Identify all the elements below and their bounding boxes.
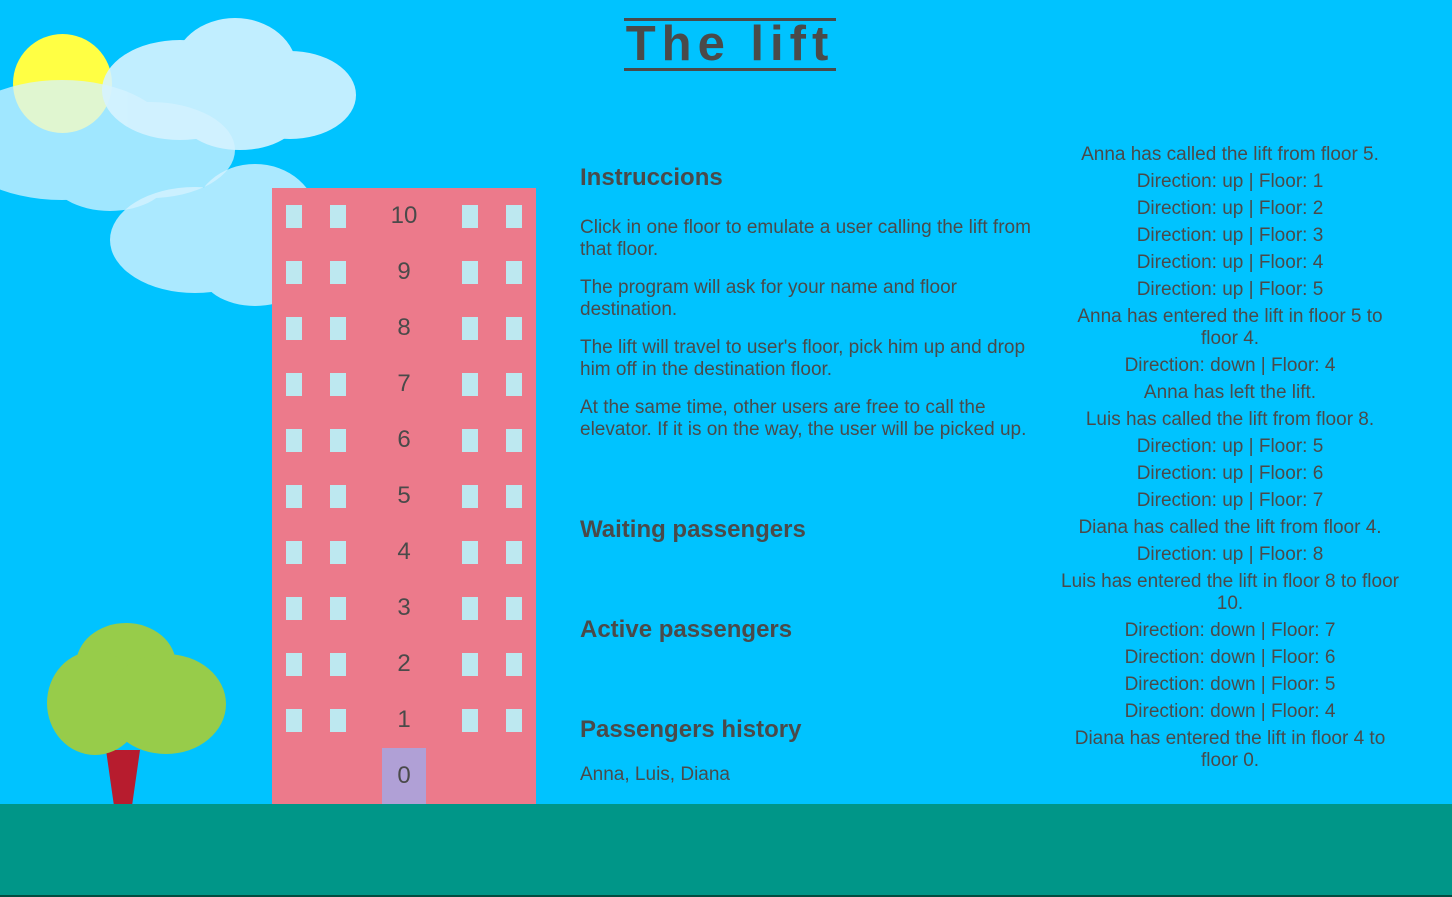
log-entry: Direction: up | Floor: 2 — [1136, 198, 1324, 219]
window — [286, 485, 302, 508]
floor-8[interactable]: 8 — [272, 300, 536, 356]
floor-9[interactable]: 9 — [272, 244, 536, 300]
window — [462, 261, 478, 284]
log-entry: Direction: up | Floor: 6 — [1136, 463, 1324, 484]
floor-number: 7 — [397, 370, 411, 397]
instructions-title: Instruccions — [580, 164, 723, 191]
window — [286, 205, 302, 228]
instruction-text: The lift will travel to user's floor, pi… — [580, 337, 1026, 380]
floor-number: 8 — [397, 314, 411, 341]
active-passengers-title: Active passengers — [580, 616, 793, 643]
window — [330, 597, 346, 620]
window — [462, 485, 478, 508]
window — [330, 709, 346, 732]
log-entry: Direction: up | Floor: 5 — [1136, 279, 1324, 300]
window — [330, 429, 346, 452]
log-entry: Diana has called the lift from floor 4. — [1078, 517, 1382, 538]
log-entry: Luis has entered the lift in floor 8 to … — [1061, 571, 1399, 614]
instruction-text: The program will ask for your name and f… — [580, 277, 957, 320]
window — [462, 653, 478, 676]
floor-0[interactable]: 0 — [272, 748, 536, 804]
window — [506, 485, 522, 508]
window — [330, 541, 346, 564]
window — [286, 541, 302, 564]
log-entry: Direction: up | Floor: 5 — [1136, 436, 1324, 457]
floor-6[interactable]: 6 — [272, 412, 536, 468]
window — [330, 261, 346, 284]
instruction-text: Click in one floor to emulate a user cal… — [580, 217, 1031, 260]
window — [286, 429, 302, 452]
log-entry: Direction: down | Floor: 4 — [1124, 355, 1336, 376]
log-entry: Direction: down | Floor: 6 — [1124, 647, 1336, 668]
floor-2[interactable]: 2 — [272, 636, 536, 692]
log-entry: Direction: down | Floor: 7 — [1124, 620, 1336, 641]
log-entry: Direction: down | Floor: 5 — [1124, 674, 1336, 695]
window — [506, 541, 522, 564]
floor-1[interactable]: 1 — [272, 692, 536, 748]
log-entry: Direction: down | Floor: 4 — [1124, 701, 1336, 722]
log-entry: Direction: up | Floor: 4 — [1136, 252, 1324, 273]
floor-3[interactable]: 3 — [272, 580, 536, 636]
window — [462, 373, 478, 396]
window — [506, 429, 522, 452]
passengers-history-title: Passengers history — [580, 716, 802, 743]
window — [286, 261, 302, 284]
window — [330, 205, 346, 228]
log-entry: Direction: up | Floor: 7 — [1136, 490, 1324, 511]
window — [506, 261, 522, 284]
window — [506, 653, 522, 676]
log-entry: Diana has entered the lift in floor 4 to… — [1074, 728, 1386, 771]
window — [506, 205, 522, 228]
ground — [0, 804, 1452, 897]
floor-number: 0 — [397, 762, 411, 789]
floor-number: 3 — [397, 594, 411, 621]
window — [330, 373, 346, 396]
window — [330, 317, 346, 340]
window — [286, 709, 302, 732]
log-entry: Direction: up | Floor: 3 — [1136, 225, 1324, 246]
window — [462, 205, 478, 228]
floor-4[interactable]: 4 — [272, 524, 536, 580]
window — [462, 541, 478, 564]
log-entry: Anna has left the lift. — [1143, 382, 1317, 403]
window — [462, 709, 478, 732]
log-entry: Anna has entered the lift in floor 5 to … — [1077, 306, 1383, 349]
log-entry: Direction: up | Floor: 8 — [1136, 544, 1324, 565]
window — [330, 653, 346, 676]
floor-number: 2 — [397, 650, 411, 677]
window — [506, 373, 522, 396]
window — [286, 653, 302, 676]
window — [286, 373, 302, 396]
floor-number: 4 — [397, 538, 411, 565]
window — [462, 429, 478, 452]
floor-number: 10 — [390, 202, 418, 229]
log-entry: Direction: up | Floor: 1 — [1136, 171, 1324, 192]
floor-number: 6 — [397, 426, 411, 453]
instructions-panel: Instruccions Click in one floor to emula… — [580, 160, 1040, 441]
passengers-history-list: Anna, Luis, Diana — [580, 764, 730, 785]
window — [506, 709, 522, 732]
window — [330, 485, 346, 508]
window — [506, 317, 522, 340]
floor-7[interactable]: 7 — [272, 356, 536, 412]
page-title: The lift — [623, 17, 837, 71]
window — [506, 597, 522, 620]
event-log: Anna has called the lift from floor 5. D… — [1060, 142, 1400, 775]
window — [286, 317, 302, 340]
window — [462, 317, 478, 340]
window — [462, 597, 478, 620]
log-entry: Anna has called the lift from floor 5. — [1081, 144, 1379, 165]
log-entry: Luis has called the lift from floor 8. — [1085, 409, 1375, 430]
floor-number: 5 — [397, 482, 411, 509]
instruction-text: At the same time, other users are free t… — [580, 397, 1027, 440]
floor-number: 1 — [397, 706, 411, 733]
window — [286, 597, 302, 620]
floor-10[interactable]: 10 — [272, 188, 536, 244]
tree-illustration — [47, 623, 226, 806]
waiting-passengers-title: Waiting passengers — [580, 516, 806, 543]
floor-number: 9 — [397, 258, 411, 285]
building: 10 9 8 7 6 5 4 3 2 1 0 — [272, 188, 536, 804]
floor-5[interactable]: 5 — [272, 468, 536, 524]
